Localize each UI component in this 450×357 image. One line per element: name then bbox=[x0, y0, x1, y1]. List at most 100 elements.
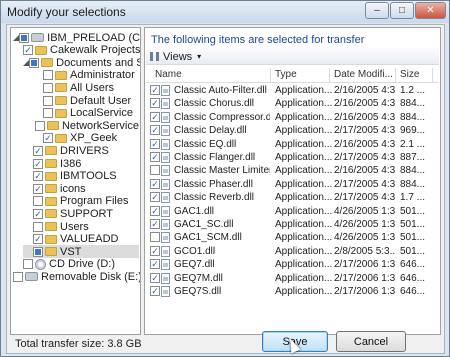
file-checkbox[interactable]: ✓ bbox=[150, 152, 160, 162]
column-header-size[interactable]: Size bbox=[396, 68, 433, 82]
maximize-button[interactable]: □ bbox=[390, 2, 414, 19]
tree-item-checkbox[interactable] bbox=[29, 57, 40, 68]
tree-item[interactable]: ✓ I386 bbox=[23, 157, 139, 170]
file-row[interactable]: ✓ Classic Compressor.dll Application... 2/1… bbox=[146, 111, 439, 124]
tree-item-checkbox[interactable] bbox=[19, 32, 30, 43]
file-size: 1.7 ... bbox=[400, 192, 426, 204]
tree-item[interactable]: Users bbox=[23, 220, 139, 233]
file-checkbox[interactable]: ✓ bbox=[150, 192, 160, 203]
tree-item[interactable]: ✓ XP_Geek bbox=[33, 132, 139, 145]
file-row[interactable]: ✓ GEQ7.dll Application...2/17/2006 1:3... 6… bbox=[146, 258, 439, 271]
views-toolbar: Views ▾ bbox=[146, 48, 439, 65]
tree-item-checkbox[interactable]: ✓ bbox=[33, 208, 43, 219]
file-row[interactable]: GAC1_SCM.dll Application...4/26/2005 1:3.… bbox=[146, 231, 439, 244]
tree-item-label: I386 bbox=[60, 157, 82, 170]
file-checkbox[interactable]: ✓ bbox=[150, 286, 160, 296]
file-checkbox[interactable]: ✓ bbox=[150, 259, 160, 270]
file-name: Classic Compressor.dll bbox=[174, 111, 270, 123]
tree-item[interactable]: ✓ DRIVERS bbox=[23, 144, 139, 157]
file-checkbox[interactable]: ✓ bbox=[150, 245, 160, 256]
file-row[interactable]: ✓ GAC1.dll Application...4/26/2005 1:3... 5… bbox=[146, 205, 439, 218]
tree-item[interactable]: CD Drive (D:) bbox=[13, 258, 139, 271]
tree-item-checkbox[interactable] bbox=[33, 221, 43, 232]
file-type: Application... bbox=[275, 152, 332, 163]
tree-item-checkbox[interactable] bbox=[43, 108, 53, 119]
tree-item-checkbox[interactable]: ✓ bbox=[43, 133, 53, 144]
file-row[interactable]: ✓ Classic Chorus.dll Application... 2/16/20… bbox=[146, 97, 439, 110]
tree-item[interactable]: ✓ icons bbox=[23, 182, 139, 195]
file-name: Classic Chorus.dll bbox=[174, 98, 255, 110]
file-checkbox[interactable]: ✓ bbox=[150, 85, 160, 95]
tree-item[interactable]: ◢Documents and Setti bbox=[23, 56, 140, 69]
file-name: Classic Auto-Filter.dll bbox=[174, 85, 267, 96]
dll-file-icon bbox=[161, 111, 170, 123]
tree-item-label: NetworkService bbox=[61, 119, 139, 132]
file-size: 501... bbox=[400, 205, 426, 217]
tree-item-checkbox[interactable] bbox=[43, 82, 53, 93]
tree-item-checkbox[interactable]: ✓ bbox=[33, 183, 43, 194]
file-row[interactable]: Classic Master Limiter... Application... 2… bbox=[146, 164, 439, 177]
tree-item[interactable]: Removable Disk (E:) bbox=[13, 270, 140, 283]
tree-item[interactable]: Default User bbox=[33, 94, 139, 107]
tree-item-checkbox[interactable] bbox=[43, 70, 53, 81]
tree-item[interactable]: ✓ IBMTOOLS bbox=[23, 170, 139, 183]
folder-icon bbox=[41, 58, 54, 68]
tree-item-checkbox[interactable] bbox=[43, 95, 53, 106]
tree-item-checkbox[interactable]: ✓ bbox=[23, 45, 33, 56]
dll-file-icon bbox=[161, 98, 170, 110]
file-row[interactable]: ✓ GAC1_SC.dll Application...4/26/2005 1:3.… bbox=[146, 218, 439, 231]
dll-file-icon bbox=[161, 138, 170, 150]
tree-item-checkbox[interactable]: ✓ bbox=[33, 158, 43, 169]
tree-item-checkbox[interactable]: ✓ bbox=[33, 171, 43, 182]
file-row[interactable]: ✓ Classic Delay.dll Application... 2/17/200… bbox=[146, 124, 439, 137]
file-row[interactable]: ✓ GEQ7S.dll Application...2/17/2006 1:3...… bbox=[146, 285, 439, 298]
file-checkbox[interactable]: ✓ bbox=[150, 98, 160, 109]
folder-icon bbox=[45, 196, 57, 206]
tree-item[interactable]: VST bbox=[23, 245, 139, 259]
tree-item[interactable]: Administrator bbox=[33, 69, 139, 82]
tree-item-checkbox[interactable]: ✓ bbox=[33, 145, 43, 156]
dll-file-icon bbox=[161, 178, 170, 190]
file-checkbox[interactable] bbox=[150, 232, 160, 243]
file-checkbox[interactable]: ✓ bbox=[150, 138, 160, 149]
file-row[interactable]: ✓ GEQ7M.dll Application...2/17/2006 1:3...… bbox=[146, 272, 439, 285]
file-row[interactable]: ✓ Classic Phaser.dll Application... 2/17/20… bbox=[146, 178, 439, 191]
file-checkbox[interactable]: ✓ bbox=[150, 219, 160, 229]
tree-item[interactable]: ◢ IBM_PRELOAD (C:) bbox=[13, 31, 140, 44]
dll-file-icon bbox=[161, 152, 170, 163]
file-row[interactable]: ✓ Classic Reverb.dll Application... 2/17/20… bbox=[146, 191, 439, 204]
tree-item-checkbox[interactable] bbox=[33, 196, 43, 207]
file-checkbox[interactable]: ✓ bbox=[150, 111, 160, 122]
cancel-button[interactable]: Cancel bbox=[336, 331, 406, 352]
file-row[interactable]: ✓ GCO1.dll Application... 2/8/2005 5:3... 50… bbox=[146, 245, 439, 258]
chevron-down-icon: ▾ bbox=[197, 52, 202, 61]
views-button[interactable]: Views ▾ bbox=[150, 50, 201, 63]
tree-item-checkbox[interactable] bbox=[13, 271, 23, 282]
tree-item[interactable]: ✓ Cakewalk Projects bbox=[23, 44, 140, 57]
file-row[interactable]: ✓ Classic Auto-Filter.dll Application... 2/… bbox=[146, 84, 439, 97]
tree-item-checkbox[interactable] bbox=[34, 120, 45, 131]
tree-item[interactable]: LocalService bbox=[33, 107, 139, 120]
column-header-date[interactable]: Date Modifi... bbox=[330, 68, 396, 82]
close-button[interactable]: ✕ bbox=[415, 2, 446, 19]
file-checkbox[interactable]: ✓ bbox=[150, 178, 160, 189]
tree-item[interactable]: All Users bbox=[33, 81, 139, 94]
tree-item[interactable]: NetworkService bbox=[33, 119, 139, 132]
file-row[interactable]: ✓ Classic Flanger.dll Application... 2/17/2… bbox=[146, 151, 439, 164]
column-header-type[interactable]: Type bbox=[271, 68, 330, 82]
tree-item[interactable]: Program Files bbox=[23, 195, 139, 208]
file-row[interactable]: ✓ Classic EQ.dll Application... 2/16/2005 4… bbox=[146, 138, 439, 151]
tree-item-checkbox[interactable]: ✓ bbox=[33, 234, 43, 245]
tree-item[interactable]: ✓ SUPPORT bbox=[23, 207, 139, 220]
tree-item-checkbox[interactable] bbox=[23, 259, 33, 270]
tree-item-checkbox[interactable] bbox=[33, 246, 43, 257]
column-header-name[interactable]: Name bbox=[151, 68, 271, 82]
file-checkbox[interactable] bbox=[150, 165, 160, 176]
file-date-modified: 2/16/2005 4:3... bbox=[334, 98, 396, 110]
minimize-button[interactable]: – bbox=[365, 2, 389, 19]
tree-item[interactable]: ✓ VALUEADD bbox=[23, 233, 139, 246]
file-checkbox[interactable]: ✓ bbox=[150, 272, 160, 283]
file-checkbox[interactable]: ✓ bbox=[150, 125, 160, 136]
file-checkbox[interactable]: ✓ bbox=[150, 205, 160, 216]
folder-tree[interactable]: ◢ IBM_PRELOAD (C:) ✓ Cakewalk Projects ◢ Docu… bbox=[10, 27, 141, 335]
